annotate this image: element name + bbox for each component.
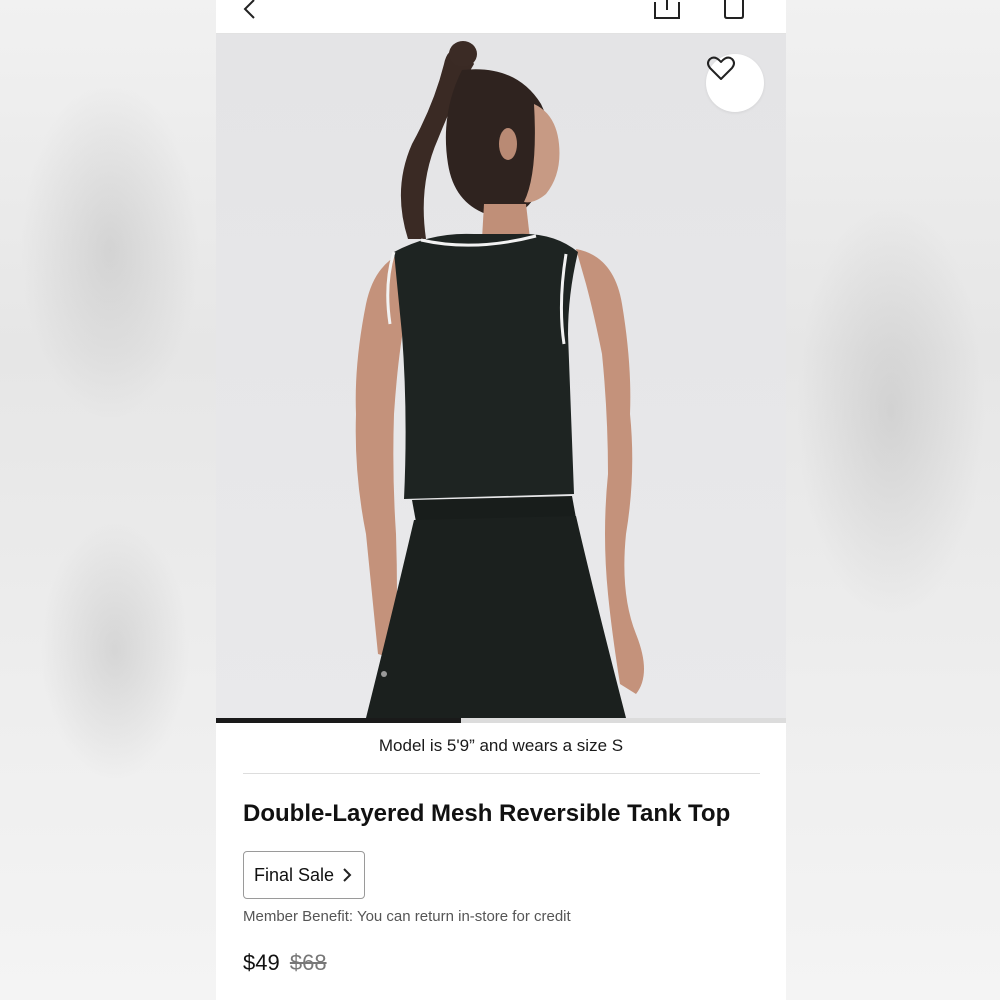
chevron-left-icon[interactable] (238, 0, 262, 22)
shopping-bag-icon[interactable] (722, 0, 746, 20)
price-row: $49 $68 (243, 950, 327, 976)
original-price: $68 (289, 950, 327, 975)
final-sale-label: Final Sale (254, 864, 335, 885)
wishlist-button[interactable] (706, 54, 764, 112)
product-page: Model is 5'9” and wears a size S Double-… (216, 0, 786, 1000)
gallery-progress-bar (216, 718, 786, 723)
share-icon[interactable] (652, 0, 682, 22)
divider (243, 773, 760, 774)
gallery-progress-fill (216, 718, 462, 723)
current-price: $49 (243, 950, 280, 975)
blurred-backdrop-right (786, 0, 1000, 1000)
product-image-gallery[interactable] (216, 34, 786, 718)
top-nav-bar (216, 0, 786, 34)
chevron-right-icon (343, 868, 352, 882)
member-benefit-text: Member Benefit: You can return in-store … (243, 908, 571, 925)
final-sale-button[interactable]: Final Sale (243, 851, 365, 899)
product-photo (355, 41, 644, 718)
blurred-backdrop-left (0, 0, 216, 1000)
heart-icon (707, 56, 735, 80)
model-size-caption: Model is 5'9” and wears a size S (378, 736, 624, 755)
product-title: Double-Layered Mesh Reversible Tank Top (243, 800, 731, 827)
